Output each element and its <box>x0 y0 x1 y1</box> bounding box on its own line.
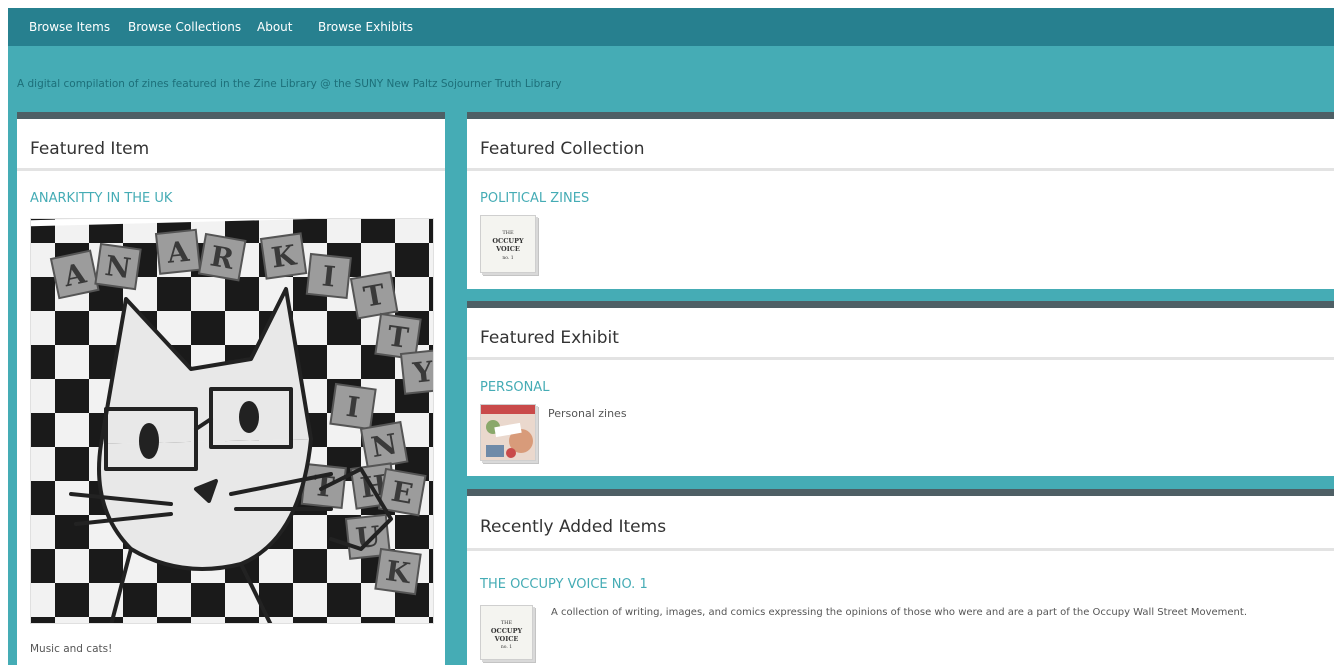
thumb-title-text: OCCUPY VOICE <box>490 627 523 643</box>
featured-collection-heading: Featured Collection <box>480 139 645 159</box>
checker-square <box>429 549 433 583</box>
thumb-small-text: THE <box>500 620 513 626</box>
featured-collection-panel: Featured Collection POLITICAL ZINES THE … <box>467 112 1334 289</box>
featured-item-heading: Featured Item <box>30 139 150 159</box>
thumb-issue-text: no. 1 <box>500 645 513 650</box>
recent-items-panel: Recently Added Items THE OCCUPY VOICE NO… <box>467 489 1334 665</box>
checker-square <box>327 583 361 617</box>
recent-item-thumbnail[interactable]: THE OCCUPY VOICE no. 1 <box>480 605 533 660</box>
checker-square <box>55 379 89 413</box>
featured-exhibit-panel: Featured Exhibit PERSONAL Personal zines <box>467 301 1334 476</box>
checker-square <box>395 515 429 549</box>
letter-tile: Y <box>399 348 434 395</box>
checker-square <box>89 617 123 623</box>
letter-tile: A <box>154 228 202 275</box>
checker-square <box>361 617 395 623</box>
checker-square <box>31 549 55 583</box>
checker-square <box>327 311 361 345</box>
checker-square <box>31 345 55 379</box>
thumb-small-text: THE <box>502 230 514 236</box>
page-frame: Browse Items Browse Collections About Br… <box>8 8 1334 665</box>
recent-item-description: A collection of writing, images, and com… <box>551 607 1247 618</box>
letter-tile: K <box>374 547 422 596</box>
collection-thumbnail[interactable]: THE OCCUPY VOICE no. 1 <box>480 215 536 273</box>
featured-collection-title-link[interactable]: POLITICAL ZINES <box>480 191 589 206</box>
letter-tile: T <box>349 270 399 320</box>
checker-square <box>293 549 327 583</box>
letter-tile: K <box>259 232 308 280</box>
svg-text:Y: Y <box>410 355 434 390</box>
checker-square <box>31 617 55 623</box>
checker-square <box>123 583 157 617</box>
checker-square <box>191 311 225 345</box>
letter-tile: I <box>305 252 352 300</box>
letter-tile: N <box>94 242 142 291</box>
checker-square <box>225 617 259 623</box>
letter-tile: I <box>329 382 377 431</box>
recent-items-heading: Recently Added Items <box>480 517 667 537</box>
checker-square <box>395 243 429 277</box>
exhibit-thumbnail[interactable] <box>480 404 536 461</box>
checker-square <box>429 277 433 311</box>
divider <box>467 357 1334 360</box>
top-navigation: Browse Items Browse Collections About Br… <box>8 8 1334 46</box>
divider <box>467 548 1334 551</box>
checker-square <box>225 277 259 311</box>
thumb-issue-text: no. 1 <box>502 256 514 261</box>
checker-square <box>429 413 433 447</box>
checker-square <box>55 515 89 549</box>
divider <box>467 168 1334 171</box>
featured-exhibit-title-link[interactable]: PERSONAL <box>480 380 549 395</box>
checker-square <box>157 277 191 311</box>
checker-square <box>55 311 89 345</box>
letter-tile: R <box>197 232 247 282</box>
nav-about[interactable]: About <box>257 8 292 46</box>
thumb-title-text: OCCUPY VOICE <box>492 237 524 253</box>
checker-square <box>31 413 55 447</box>
featured-item-title-link[interactable]: ANARKITTY IN THE UK <box>30 191 172 206</box>
featured-exhibit-heading: Featured Exhibit <box>480 328 619 348</box>
nav-browse-items[interactable]: Browse Items <box>29 8 110 46</box>
letter-tile: N <box>359 420 409 470</box>
letter-tile: A <box>49 249 100 300</box>
checker-square <box>31 481 55 515</box>
checker-square <box>429 219 433 243</box>
checker-square <box>293 617 327 623</box>
checker-square <box>429 617 433 623</box>
featured-item-cover-image[interactable]: ANARKITTYINTHEUK <box>30 218 434 624</box>
checker-square <box>361 219 395 243</box>
checker-square <box>31 277 55 311</box>
checker-square <box>191 583 225 617</box>
checker-square <box>89 549 123 583</box>
featured-exhibit-description: Personal zines <box>548 407 627 420</box>
checker-square <box>55 447 89 481</box>
nav-browse-collections[interactable]: Browse Collections <box>128 8 241 46</box>
checker-square <box>55 583 89 617</box>
checker-square <box>157 617 191 623</box>
exhibit-collage-image <box>481 405 535 460</box>
svg-text:N: N <box>103 249 133 285</box>
zine-cover-artwork: A N A R KITTYINT H EUK <box>31 219 434 623</box>
featured-item-caption: Music and cats! <box>30 643 113 655</box>
nav-browse-exhibits[interactable]: Browse Exhibits <box>318 8 413 46</box>
site-tagline: A digital compilation of zines featured … <box>17 78 562 90</box>
checker-square <box>429 481 433 515</box>
featured-item-panel: Featured Item ANARKITTY IN THE UK ANARKI… <box>17 112 445 665</box>
recent-item-title-link[interactable]: THE OCCUPY VOICE NO. 1 <box>480 577 648 592</box>
divider <box>17 168 445 171</box>
